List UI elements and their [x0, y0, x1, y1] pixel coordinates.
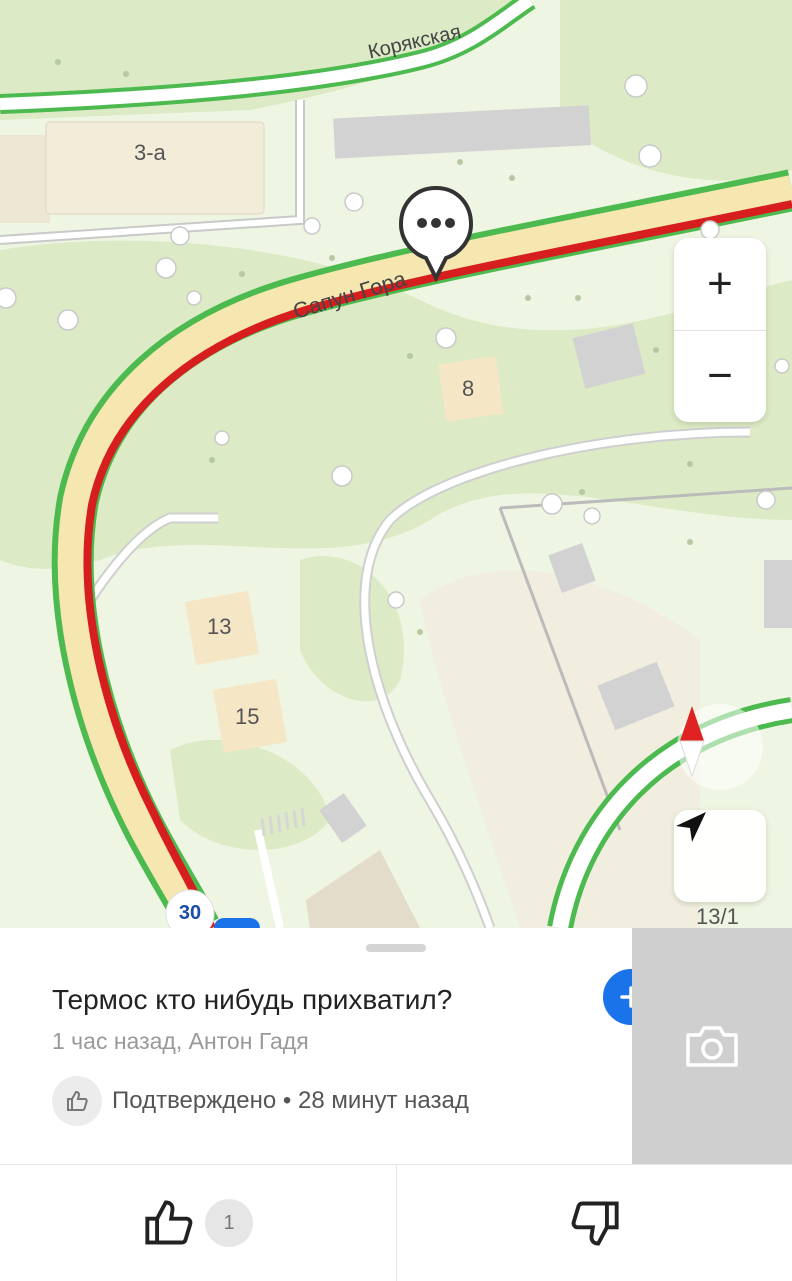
vote-bar: 1: [0, 1164, 792, 1281]
house-number-13: 13: [207, 614, 232, 639]
confirmation-text: Подтверждено • 28 минут назад: [112, 1087, 469, 1114]
zoom-out-button[interactable]: −: [674, 330, 766, 422]
zoom-out-icon: −: [707, 351, 733, 400]
compass-icon: [679, 706, 705, 778]
map-view[interactable]: Корякская Сапун Гора 3-а 8 13 15 13/1 30…: [0, 0, 792, 928]
thumbs-up-icon: [145, 1200, 193, 1245]
confirmation-row: Подтверждено • 28 минут назад: [52, 1076, 469, 1126]
thumbs-down-icon: [571, 1201, 619, 1246]
event-title: Термос кто нибудь прихватил?: [52, 984, 453, 1015]
house-number-3a: 3-а: [134, 140, 166, 165]
house-number-8: 8: [462, 376, 475, 401]
zoom-controls: + −: [674, 238, 766, 422]
compass-button[interactable]: [677, 704, 763, 790]
zoom-in-button[interactable]: +: [674, 238, 766, 330]
camera-icon: [686, 1026, 738, 1067]
like-count-badge: 1: [205, 1199, 253, 1247]
house-number-15: 15: [235, 704, 260, 729]
navigation-arrow-icon: [676, 812, 706, 842]
map-canvas: [0, 0, 792, 928]
confirm-thumb-icon: [52, 1076, 102, 1126]
sheet-grabber[interactable]: [366, 944, 426, 952]
speed-limit-sign: 30: [178, 902, 202, 924]
add-photo-button[interactable]: [632, 928, 792, 1164]
zoom-in-icon: +: [707, 259, 733, 308]
dislike-button[interactable]: [397, 1165, 792, 1281]
event-meta: 1 час назад, Антон Гадя: [52, 1028, 309, 1054]
house-number-13-1: 13/1: [696, 904, 739, 928]
like-button[interactable]: 1: [0, 1165, 396, 1281]
my-location-button[interactable]: [674, 810, 766, 902]
